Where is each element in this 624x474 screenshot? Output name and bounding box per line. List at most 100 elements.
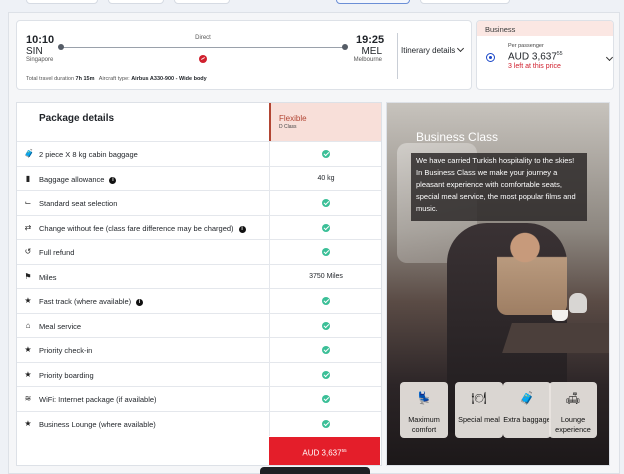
- row-label: WiFi: Internet package (if available): [39, 395, 157, 404]
- star-icon: ★: [24, 369, 32, 379]
- refund-icon: ↺: [24, 247, 32, 256]
- row-label: Change without fee (class fare differenc…: [39, 224, 246, 233]
- table-row: ★ Fast track (where available) i: [17, 288, 381, 313]
- package-title: Package details: [39, 113, 115, 124]
- info-icon[interactable]: i: [109, 176, 117, 184]
- passenger-image: [497, 225, 567, 315]
- fare-price: AUD 3,63755: [508, 51, 563, 63]
- row-label: 2 piece X 8 kg cabin baggage: [39, 150, 138, 159]
- flight-card: 10:10 SIN Singapore Direct 19:25 MEL Mel…: [16, 20, 472, 90]
- info-icon[interactable]: i: [136, 299, 144, 306]
- comfort-seat-icon: 💺: [416, 391, 432, 405]
- per-passenger-label: Per passenger: [508, 43, 544, 49]
- extra-baggage-icon: 🧳: [519, 391, 535, 405]
- meal-icon: ⌂: [25, 320, 31, 330]
- row-label: Full refund: [39, 248, 75, 257]
- row-label: Priority check-in: [39, 346, 93, 355]
- date-tab-selected[interactable]: [336, 0, 410, 4]
- route-start-dot: [58, 44, 64, 50]
- star-icon: ★: [24, 418, 32, 428]
- row-label: Standard seat selection: [39, 199, 118, 208]
- fare-family-name: Flexible: [279, 114, 307, 123]
- table-row: ↺ Full refund: [17, 239, 381, 264]
- date-tab[interactable]: [108, 0, 164, 4]
- teapot-image: [569, 293, 587, 313]
- fare-cell: [269, 215, 381, 240]
- airline-logo-icon: [199, 55, 207, 63]
- check-icon: [322, 419, 330, 428]
- seat-icon: ⌙: [24, 198, 32, 207]
- check-icon: [322, 395, 330, 403]
- change-icon: ⇄: [24, 222, 32, 232]
- feature-card: 💺 Maximum comfort: [400, 382, 448, 438]
- date-tab[interactable]: [26, 0, 98, 4]
- feature-label: Lounge experience: [555, 415, 591, 434]
- duration-value: 7h 15m: [75, 76, 95, 82]
- top-tabs: [0, 0, 624, 6]
- divider: [397, 33, 398, 79]
- check-icon: [322, 346, 330, 354]
- business-fare-card[interactable]: Business Per passenger AUD 3,63755 3 lef…: [476, 20, 614, 90]
- flight-summary: Total travel duration 7h 15m Aircraft ty…: [26, 76, 207, 82]
- check-icon: [322, 150, 330, 158]
- check-icon: [322, 223, 330, 232]
- miles-icon: ⚑: [24, 271, 32, 281]
- stops-label: Direct: [195, 35, 211, 41]
- arrival-code: MEL: [361, 46, 382, 57]
- lounge-icon: 🛋: [565, 391, 581, 405]
- fare-cell: [269, 142, 381, 166]
- check-icon: [322, 297, 330, 305]
- select-fare-button[interactable]: AUD 3,63755: [269, 437, 380, 465]
- table-row: ⇄ Change without fee (class fare differen…: [17, 214, 381, 240]
- date-tab[interactable]: [420, 0, 510, 4]
- fare-cell-value: 3750 Miles: [309, 272, 343, 280]
- fare-cell: [269, 411, 381, 436]
- feature-card: 🧳 Extra baggage: [503, 382, 551, 438]
- fare-radio[interactable]: [486, 53, 495, 62]
- aircraft-label: Aircraft type:: [98, 76, 130, 82]
- business-class-promo: Business Class We have carried Turkish h…: [386, 102, 610, 466]
- check-icon: [322, 321, 330, 330]
- row-label: Miles: [39, 272, 57, 282]
- chevron-down-icon[interactable]: [605, 53, 613, 62]
- info-icon[interactable]: i: [238, 225, 246, 233]
- check-icon: [322, 248, 330, 256]
- fare-cell: [269, 338, 381, 362]
- itinerary-details-button[interactable]: Itinerary details: [401, 44, 465, 55]
- fare-cell: [269, 240, 381, 264]
- fare-cell: 40 kg: [269, 166, 381, 191]
- fare-class: D Class: [279, 124, 297, 130]
- wifi-icon: ≋: [24, 394, 32, 403]
- feature-card: 🛋 Lounge experience: [549, 382, 597, 438]
- route-line: [60, 47, 345, 48]
- suitcase-icon: ▮: [25, 173, 31, 183]
- package-details-table: Package details Flexible D Class 🧳 2 piec…: [16, 102, 382, 466]
- feature-label: Extra baggage: [503, 415, 551, 424]
- seat-table-image: [502, 323, 609, 353]
- itinerary-details-label: Itinerary details: [401, 46, 456, 55]
- feature-card: 🍽 Special meal: [455, 382, 503, 438]
- duration-label: Total travel duration: [26, 76, 74, 82]
- star-icon: ★: [24, 296, 32, 305]
- row-label: Business Lounge (where available): [39, 419, 156, 429]
- row-label: Meal service: [39, 321, 82, 331]
- fare-cell: [269, 289, 381, 313]
- fare-cell-value: 40 kg: [317, 174, 335, 182]
- special-meal-icon: 🍽: [471, 391, 487, 405]
- star-icon: ★: [24, 345, 32, 354]
- check-icon: [322, 199, 330, 207]
- departure-code: SIN: [26, 46, 43, 57]
- table-row: ★ Priority boarding: [17, 361, 381, 387]
- flexible-fare-column-header: Flexible D Class: [269, 103, 381, 141]
- feature-label: Maximum comfort: [408, 415, 440, 434]
- arrival-time: 19:25: [356, 34, 385, 46]
- fare-cell: [269, 387, 381, 411]
- aircraft-value: Airbus A330-900 - Wide body: [131, 76, 207, 82]
- date-tab[interactable]: [174, 0, 230, 4]
- route-end-dot: [342, 44, 348, 50]
- bottom-toolbar[interactable]: [260, 467, 370, 474]
- table-row: ≋ WiFi: Internet package (if available): [17, 386, 381, 411]
- teacup-image: [552, 310, 568, 321]
- check-icon: [322, 370, 330, 379]
- fare-cell: [269, 362, 381, 387]
